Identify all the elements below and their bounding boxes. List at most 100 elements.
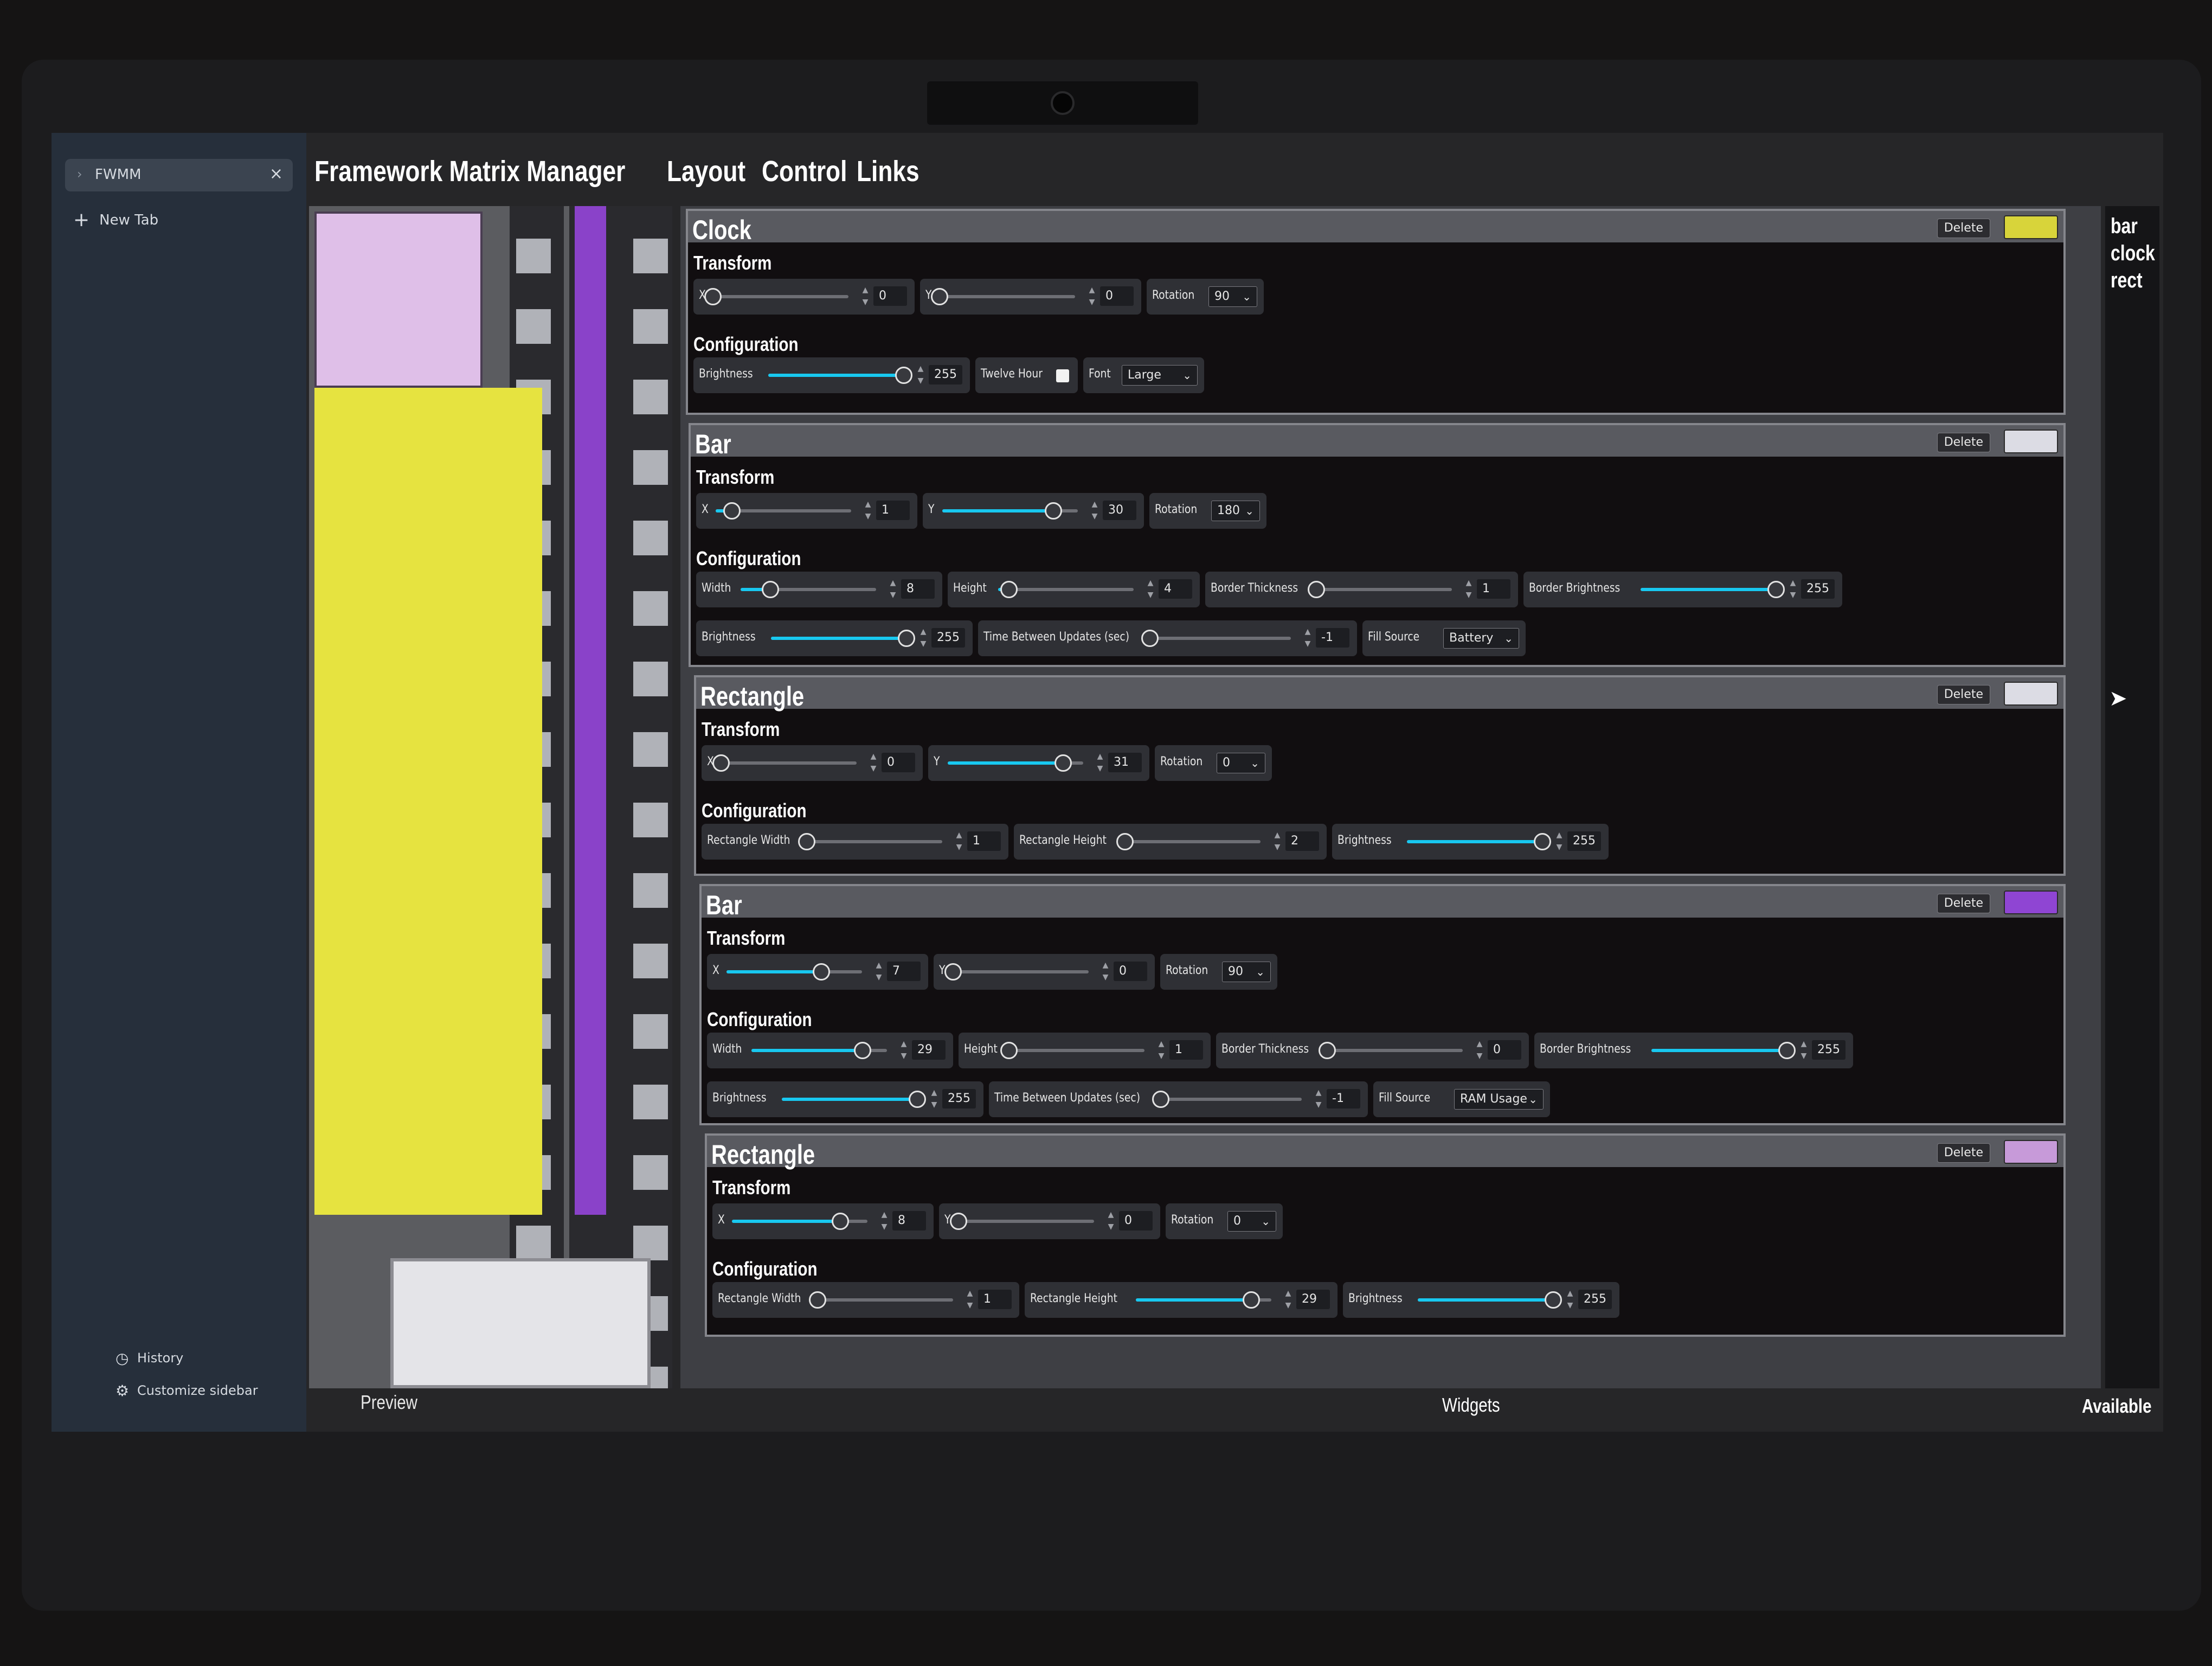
fill-source-select[interactable]: Battery ⌄ <box>1443 628 1519 649</box>
y-stepper[interactable]: ▲ ▼ <box>1105 1209 1117 1234</box>
x-slider-handle[interactable] <box>832 1213 849 1230</box>
x-slider[interactable] <box>704 288 848 305</box>
border-brightness-stepper[interactable]: ▲ ▼ <box>1798 1038 1810 1063</box>
x-value[interactable]: 7 <box>887 962 921 981</box>
y-value[interactable]: 0 <box>1119 1211 1153 1231</box>
y-value[interactable]: 30 <box>1103 501 1136 520</box>
x-slider[interactable] <box>716 502 851 520</box>
nav-links[interactable]: Links <box>857 155 919 188</box>
delete-button[interactable]: Delete <box>1937 685 1990 704</box>
rectangle-height-slider-handle[interactable] <box>1242 1291 1260 1309</box>
new-tab-button[interactable]: + New Tab <box>73 209 158 231</box>
x-slider[interactable] <box>726 963 862 981</box>
x-slider[interactable] <box>712 754 857 772</box>
x-slider-handle[interactable] <box>723 502 741 520</box>
twelve-hour-checkbox[interactable] <box>1056 369 1069 382</box>
rectangle-width-slider[interactable] <box>809 1291 953 1309</box>
x-stepper[interactable]: ▲ ▼ <box>867 751 879 776</box>
delete-button[interactable]: Delete <box>1937 894 1990 913</box>
nav-layout[interactable]: Layout <box>667 155 745 188</box>
y-slider-handle[interactable] <box>950 1213 967 1230</box>
time-between-updates-sec-stepper[interactable]: ▲ ▼ <box>1302 626 1314 651</box>
x-value[interactable]: 1 <box>876 501 910 520</box>
time-between-updates-sec-slider[interactable] <box>1141 630 1291 647</box>
font-select[interactable]: Large ⌄ <box>1122 365 1198 386</box>
x-stepper[interactable]: ▲ ▼ <box>862 498 874 523</box>
rotation-select[interactable]: 0 ⌄ <box>1217 753 1265 773</box>
close-icon[interactable]: × <box>269 164 283 183</box>
y-value[interactable]: 31 <box>1108 753 1142 772</box>
brightness-slider-handle[interactable] <box>898 630 915 647</box>
border-brightness-value[interactable]: 255 <box>1812 1040 1846 1060</box>
brightness-slider[interactable] <box>782 1091 926 1108</box>
y-value[interactable]: 0 <box>1100 286 1134 306</box>
height-slider-handle[interactable] <box>1000 1042 1018 1059</box>
x-slider-handle[interactable] <box>813 963 830 981</box>
rotation-select[interactable]: 90 ⌄ <box>1208 286 1257 307</box>
border-brightness-slider[interactable] <box>1651 1042 1796 1059</box>
brightness-stepper[interactable]: ▲ ▼ <box>915 363 927 388</box>
x-slider[interactable] <box>732 1213 867 1230</box>
customize-sidebar-button[interactable]: ⚙ Customize sidebar <box>115 1382 258 1400</box>
y-slider-handle[interactable] <box>1045 502 1062 520</box>
border-thickness-slider-handle[interactable] <box>1308 581 1325 598</box>
brightness-stepper[interactable]: ▲ ▼ <box>928 1087 940 1112</box>
x-value[interactable]: 8 <box>892 1211 926 1231</box>
time-between-updates-sec-value[interactable]: -1 <box>1327 1089 1360 1108</box>
brightness-slider-handle[interactable] <box>1545 1291 1562 1309</box>
border-brightness-slider[interactable] <box>1641 581 1785 598</box>
rectangle-width-slider-handle[interactable] <box>798 833 815 850</box>
height-value[interactable]: 1 <box>1169 1040 1203 1060</box>
width-slider-handle[interactable] <box>854 1042 871 1059</box>
widget-color-swatch[interactable] <box>2004 430 2058 453</box>
border-thickness-stepper[interactable]: ▲ ▼ <box>1474 1038 1486 1063</box>
widget-color-swatch[interactable] <box>2004 1140 2058 1164</box>
time-between-updates-sec-slider-handle[interactable] <box>1141 630 1159 647</box>
rectangle-height-stepper[interactable]: ▲ ▼ <box>1282 1287 1294 1312</box>
fill-source-select[interactable]: RAM Usage ⌄ <box>1454 1089 1544 1110</box>
border-brightness-value[interactable]: 255 <box>1801 579 1835 599</box>
y-value[interactable]: 0 <box>1114 962 1147 981</box>
rotation-select[interactable]: 0 ⌄ <box>1227 1211 1276 1232</box>
delete-button[interactable]: Delete <box>1937 1143 1990 1163</box>
border-thickness-slider[interactable] <box>1308 581 1452 598</box>
x-stepper[interactable]: ▲ ▼ <box>878 1209 890 1234</box>
height-stepper[interactable]: ▲ ▼ <box>1155 1038 1167 1063</box>
available-rect[interactable]: rect <box>2111 268 2143 293</box>
y-stepper[interactable]: ▲ ▼ <box>1089 498 1101 523</box>
rotation-select[interactable]: 90 ⌄ <box>1222 962 1271 982</box>
time-between-updates-sec-slider[interactable] <box>1152 1091 1302 1108</box>
brightness-value[interactable]: 255 <box>931 628 965 648</box>
rectangle-height-slider[interactable] <box>1136 1291 1271 1309</box>
y-slider[interactable] <box>948 754 1083 772</box>
brightness-value[interactable]: 255 <box>1578 1290 1612 1309</box>
y-slider[interactable] <box>942 502 1078 520</box>
available-bar[interactable]: bar <box>2111 214 2138 239</box>
y-slider-handle[interactable] <box>1054 754 1072 772</box>
width-value[interactable]: 8 <box>901 579 935 599</box>
rectangle-width-slider[interactable] <box>798 833 942 850</box>
brightness-value[interactable]: 255 <box>1567 831 1601 851</box>
brightness-value[interactable]: 255 <box>929 365 962 385</box>
brightness-stepper[interactable]: ▲ ▼ <box>1553 829 1565 854</box>
height-value[interactable]: 4 <box>1159 579 1192 599</box>
border-thickness-value[interactable]: 1 <box>1477 579 1510 599</box>
x-stepper[interactable]: ▲ ▼ <box>873 959 885 984</box>
x-stepper[interactable]: ▲ ▼ <box>859 284 871 309</box>
rectangle-width-slider-handle[interactable] <box>809 1291 826 1309</box>
rectangle-height-slider[interactable] <box>1116 833 1261 850</box>
widget-color-swatch[interactable] <box>2004 215 2058 239</box>
width-stepper[interactable]: ▲ ▼ <box>887 577 899 602</box>
y-slider[interactable] <box>950 1213 1094 1230</box>
rectangle-height-value[interactable]: 2 <box>1285 831 1319 851</box>
nav-control[interactable]: Control <box>762 155 847 188</box>
width-slider-handle[interactable] <box>762 581 779 598</box>
brightness-slider[interactable] <box>1407 833 1551 850</box>
rectangle-height-value[interactable]: 29 <box>1296 1290 1330 1309</box>
height-slider[interactable] <box>998 581 1134 598</box>
rectangle-width-stepper[interactable]: ▲ ▼ <box>953 829 965 854</box>
height-stepper[interactable]: ▲ ▼ <box>1144 577 1156 602</box>
y-stepper[interactable]: ▲ ▼ <box>1099 959 1111 984</box>
y-slider[interactable] <box>931 288 1075 305</box>
y-slider[interactable] <box>944 963 1089 981</box>
